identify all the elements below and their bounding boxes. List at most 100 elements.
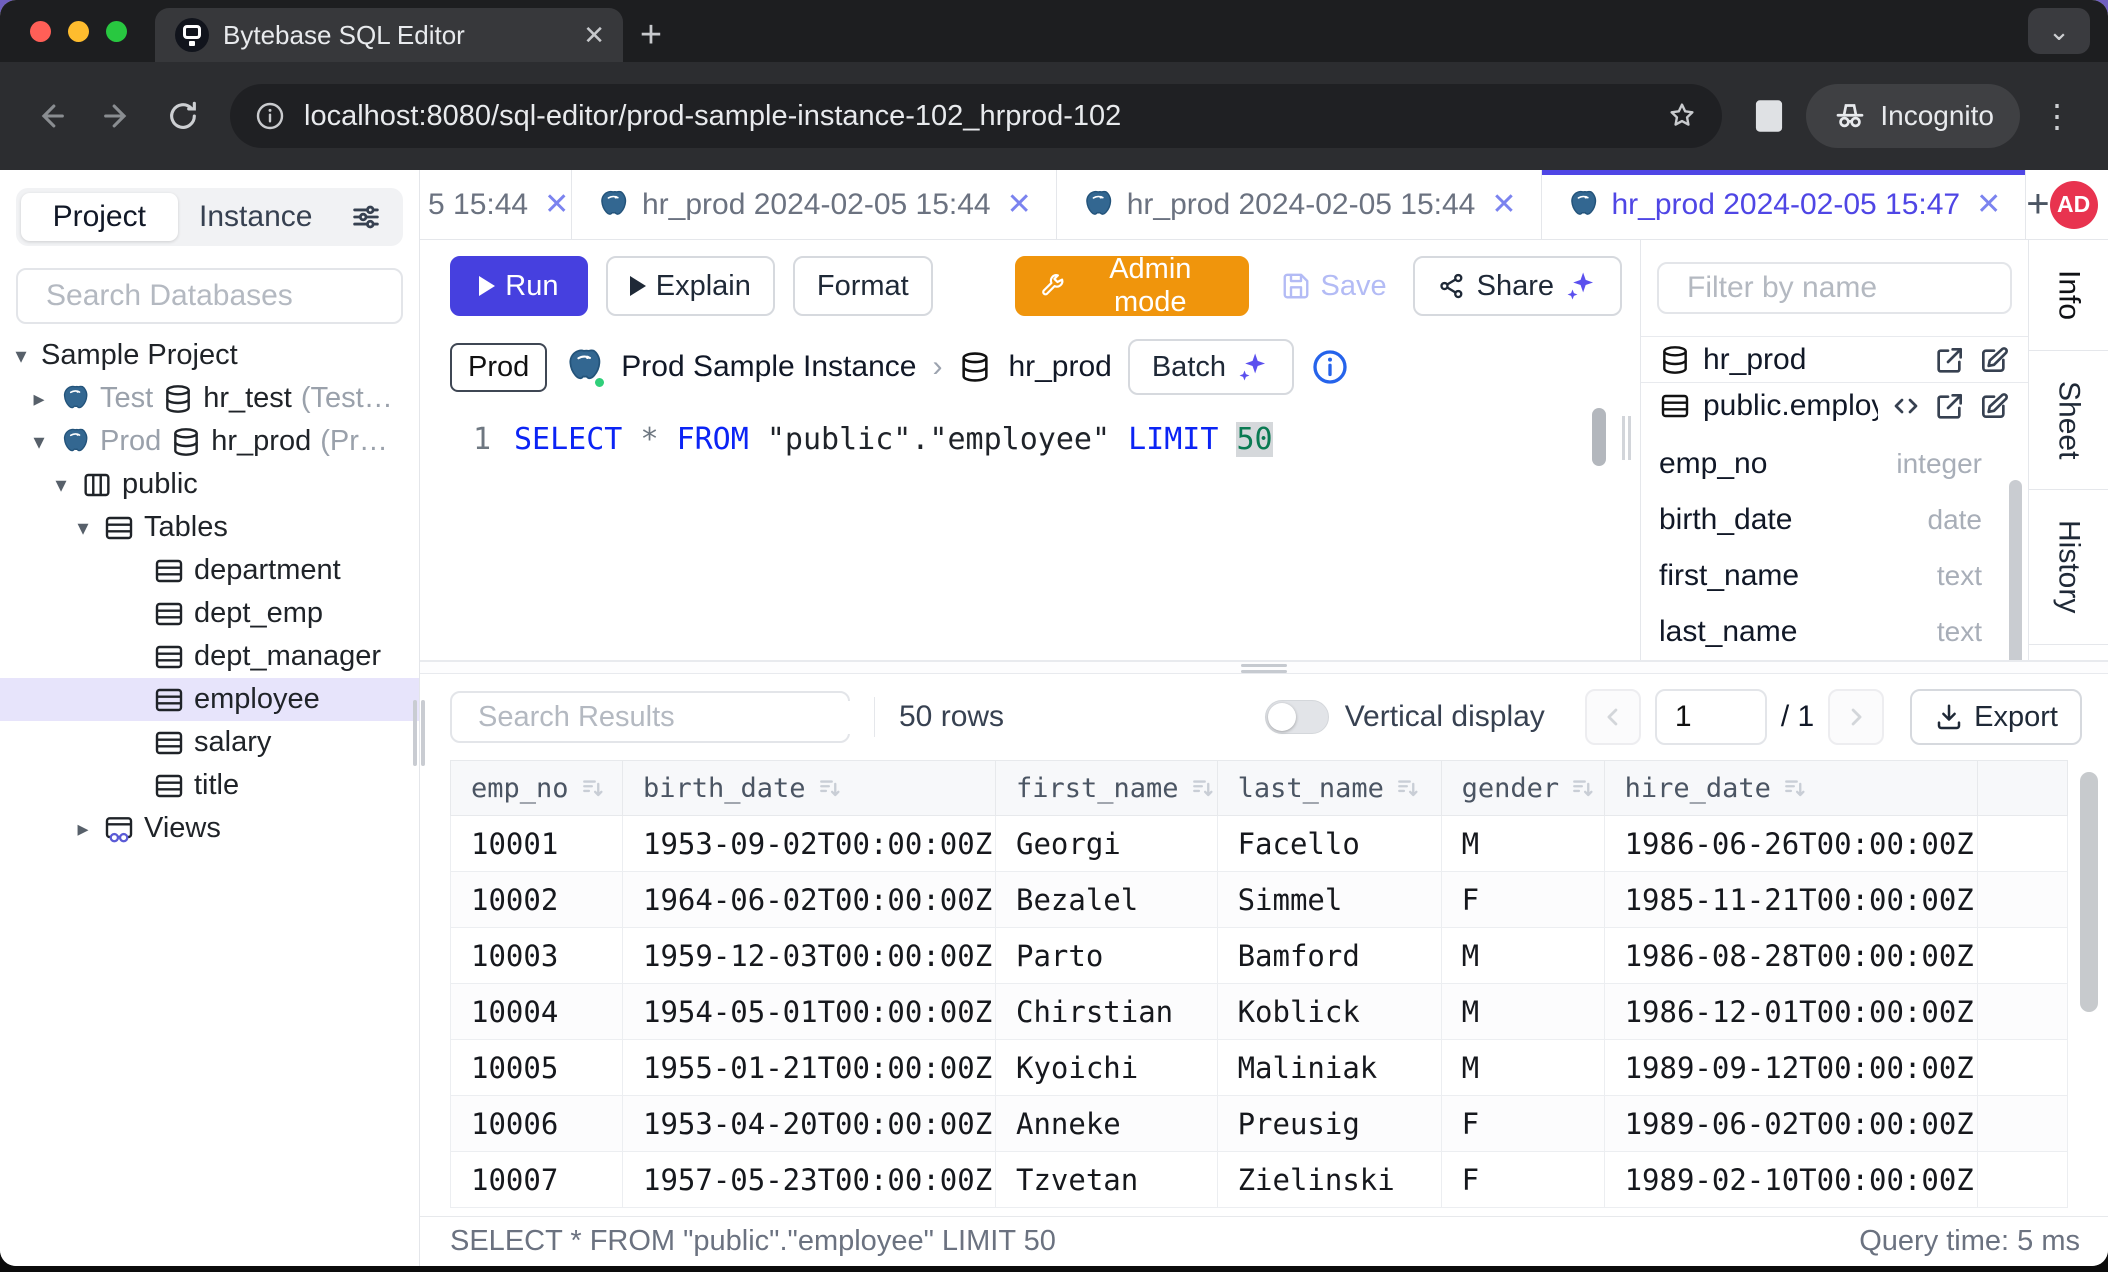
url-bar[interactable]: localhost:8080/sql-editor/prod-sample-in… — [230, 84, 1722, 148]
caret-down-icon[interactable]: ▾ — [28, 429, 50, 455]
rail-tab-info[interactable]: Info — [2029, 240, 2108, 351]
export-button[interactable]: Export — [1910, 689, 2082, 745]
panel-icon[interactable] — [1740, 87, 1798, 145]
table-cell[interactable]: Preusig — [1217, 1096, 1441, 1152]
table-cell[interactable]: 10002 — [451, 872, 623, 928]
tree-item-table-title[interactable]: title — [0, 764, 419, 807]
tree-item-table-dept-emp[interactable]: dept_emp — [0, 592, 419, 635]
back-icon[interactable] — [22, 87, 80, 145]
vertical-display-toggle[interactable] — [1265, 700, 1329, 734]
batch-button[interactable]: Batch — [1128, 339, 1294, 395]
table-cell[interactable]: 1954-05-01T00:00:00Z — [623, 984, 996, 1040]
table-cell[interactable]: 1989-06-02T00:00:00Z — [1604, 1096, 1977, 1152]
table-cell[interactable]: 1986-08-28T00:00:00Z — [1604, 928, 1977, 984]
rail-tab-history[interactable]: History — [2029, 490, 2108, 644]
external-link-icon[interactable] — [1934, 390, 1966, 422]
tree-item-env-prod-hr-prod[interactable]: ▾Prodhr_prod(Pr… — [0, 420, 419, 463]
table-cell[interactable]: 1989-09-12T00:00:00Z — [1604, 1040, 1977, 1096]
table-cell[interactable]: Simmel — [1217, 872, 1441, 928]
database-search[interactable] — [16, 268, 403, 324]
table-cell[interactable]: 10001 — [451, 816, 623, 872]
column-header-emp_no[interactable]: emp_no — [451, 761, 623, 816]
sql-statement[interactable]: SELECT * FROM "public"."employee" LIMIT … — [514, 422, 1273, 457]
table-cell[interactable]: 10003 — [451, 928, 623, 984]
table-cell[interactable]: M — [1441, 816, 1604, 872]
sort-icon[interactable] — [816, 774, 844, 802]
query-tab-4-active[interactable]: hr_prod 2024-02-05 15:47✕ — [1542, 170, 2027, 239]
close-icon[interactable]: ✕ — [1491, 187, 1516, 222]
table-cell[interactable]: 1989-02-10T00:00:00Z — [1604, 1152, 1977, 1208]
table-cell[interactable]: 1957-05-23T00:00:00Z — [623, 1152, 996, 1208]
admin-mode-button[interactable]: Admin mode — [1015, 256, 1249, 316]
query-tab-1[interactable]: 5 15:44✕ — [420, 170, 572, 239]
zoom-window-button[interactable] — [106, 21, 127, 42]
table-cell[interactable]: 10004 — [451, 984, 623, 1040]
external-link-icon[interactable] — [1934, 344, 1966, 376]
sidebar-drag-handle-icon[interactable] — [412, 700, 426, 766]
drag-handle-icon[interactable] — [1241, 664, 1287, 673]
close-icon[interactable]: ✕ — [544, 187, 569, 222]
tree-item-schema-public[interactable]: ▾public — [0, 463, 419, 506]
user-avatar[interactable]: AD — [2050, 181, 2098, 229]
instance-name[interactable]: Prod Sample Instance — [621, 350, 916, 384]
table-cell[interactable]: 1964-06-02T00:00:00Z — [623, 872, 996, 928]
sort-icon[interactable] — [579, 774, 607, 802]
table-cell[interactable]: Georgi — [996, 816, 1218, 872]
reload-icon[interactable] — [154, 87, 212, 145]
table-cell[interactable]: F — [1441, 1096, 1604, 1152]
caret-right-icon[interactable]: ▸ — [28, 386, 50, 412]
site-info-icon[interactable] — [254, 100, 286, 132]
share-button[interactable]: Share — [1413, 256, 1622, 316]
kebab-menu-icon[interactable]: ⋮ — [2028, 87, 2086, 145]
schema-database-row[interactable]: hr_prod — [1641, 336, 2028, 382]
query-tab-2[interactable]: hr_prod 2024-02-05 15:44✕ — [572, 170, 1057, 239]
table-cell[interactable]: Parto — [996, 928, 1218, 984]
info-circle-icon[interactable] — [1310, 347, 1350, 387]
tab-instance[interactable]: Instance — [178, 193, 335, 241]
close-icon[interactable]: ✕ — [1976, 187, 2001, 222]
search-databases-input[interactable] — [46, 279, 432, 313]
table-cell[interactable]: Zielinski — [1217, 1152, 1441, 1208]
table-cell[interactable]: 1955-01-21T00:00:00Z — [623, 1040, 996, 1096]
sliders-icon[interactable] — [334, 200, 398, 234]
tab-project[interactable]: Project — [21, 193, 178, 241]
sort-icon[interactable] — [1569, 774, 1597, 802]
table-cell[interactable]: Facello — [1217, 816, 1441, 872]
schema-scrollbar[interactable] — [2009, 480, 2022, 660]
browser-tab[interactable]: Bytebase SQL Editor ✕ — [155, 8, 623, 62]
table-cell[interactable]: M — [1441, 928, 1604, 984]
column-header-hire_date[interactable]: hire_date — [1604, 761, 1977, 816]
database-name[interactable]: hr_prod — [1008, 350, 1111, 384]
schema-filter[interactable] — [1657, 262, 2012, 314]
url-text[interactable]: localhost:8080/sql-editor/prod-sample-in… — [304, 100, 1648, 133]
table-cell[interactable]: 1986-06-26T00:00:00Z — [1604, 816, 1977, 872]
minimize-window-button[interactable] — [68, 21, 89, 42]
table-cell[interactable]: F — [1441, 1152, 1604, 1208]
edit-icon[interactable] — [1978, 344, 2010, 376]
tree-item-env-test-hr-test[interactable]: ▸Testhr_test(Test… — [0, 377, 419, 420]
table-cell[interactable]: 1959-12-03T00:00:00Z — [623, 928, 996, 984]
close-icon[interactable]: ✕ — [1007, 187, 1032, 222]
table-cell[interactable]: Bezalel — [996, 872, 1218, 928]
table-cell[interactable]: 10006 — [451, 1096, 623, 1152]
star-icon[interactable] — [1666, 100, 1698, 132]
panel-drag-handle-icon[interactable] — [1622, 416, 1634, 460]
sort-icon[interactable] — [1394, 774, 1422, 802]
table-cell[interactable]: Bamford — [1217, 928, 1441, 984]
format-button[interactable]: Format — [793, 256, 933, 316]
filter-by-name-input[interactable] — [1687, 271, 2028, 305]
forward-icon[interactable] — [88, 87, 146, 145]
column-header-first_name[interactable]: first_name — [996, 761, 1218, 816]
search-results-input[interactable] — [478, 701, 855, 734]
editor-scrollbar[interactable] — [1592, 408, 1606, 466]
results-scrollbar[interactable] — [2080, 772, 2098, 1012]
tree-item-tables-group[interactable]: ▾Tables — [0, 506, 419, 549]
caret-down-icon[interactable]: ▾ — [10, 343, 32, 369]
code-area[interactable]: 1 SELECT * FROM "public"."employee" LIMI… — [450, 422, 1622, 457]
code-icon[interactable] — [1890, 390, 1922, 422]
add-query-tab-button[interactable]: + — [2026, 170, 2049, 239]
table-cell[interactable]: Chirstian — [996, 984, 1218, 1040]
window-chevron-icon[interactable]: ⌄ — [2028, 8, 2090, 54]
sort-icon[interactable] — [1781, 774, 1809, 802]
table-cell[interactable]: Tzvetan — [996, 1152, 1218, 1208]
